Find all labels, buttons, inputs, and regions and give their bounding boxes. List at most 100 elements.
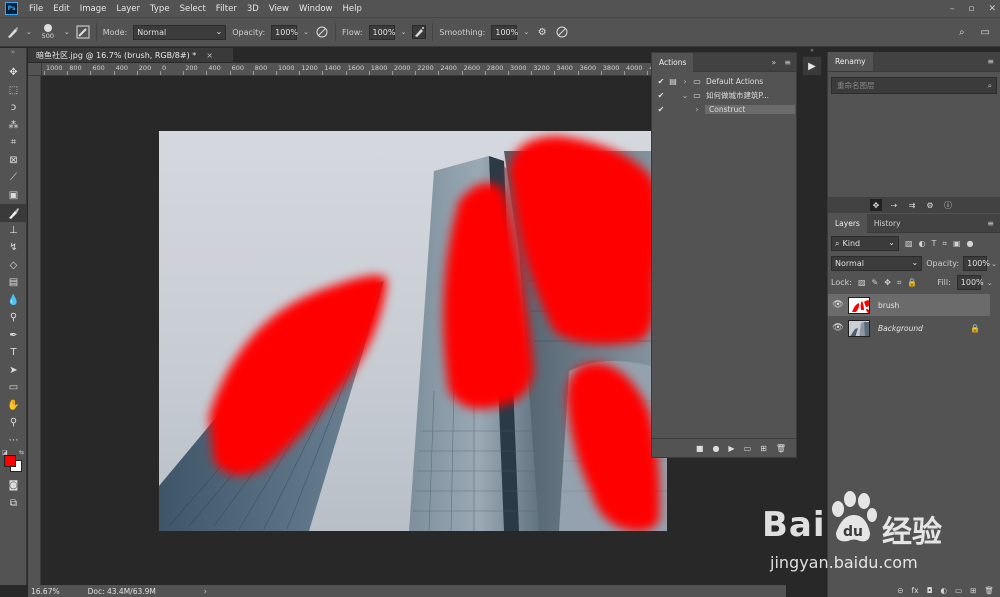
ruler-origin[interactable] [28,63,42,76]
record-icon[interactable]: ● [712,444,719,453]
action-row[interactable]: ✔ › Construct [652,102,796,116]
crop-tool-icon[interactable]: ⌗ [0,134,27,152]
rectangle-tool-icon[interactable]: ▭ [0,379,27,397]
pixel-filter-icon[interactable]: ▨ [905,239,913,248]
menu-window[interactable]: Window [294,4,338,14]
smart-object-filter-icon[interactable]: ▣ [953,239,961,248]
lock-icon[interactable]: 🔒 [970,324,980,333]
layer-row-background[interactable]: 👁 Background 🔒 [828,317,990,339]
new-layer-icon[interactable]: ⊞ [970,586,976,595]
flow-field[interactable]: 100% [368,24,395,40]
tab-actions[interactable]: Actions [652,52,694,72]
edit-toolbar-icon[interactable]: ⋯ [0,432,27,450]
action-set-row[interactable]: ✔ ▤ › ▭ Default Actions [652,74,796,88]
eyedropper-tool-icon[interactable]: ⟋ [0,169,27,187]
adjust-icon[interactable]: ✥ [870,199,882,211]
history-brush-tool-icon[interactable]: ↯ [0,239,27,257]
menu-3d[interactable]: 3D [242,4,264,14]
tab-history[interactable]: History [867,214,908,233]
new-action-icon[interactable]: ⊞ [760,444,767,453]
path-selection-tool-icon[interactable]: ➤ [0,362,27,380]
stop-icon[interactable]: ■ [696,444,704,453]
rename-search-input[interactable]: 重命名图层 ⌕ [831,77,997,94]
gear-icon[interactable]: ⚙ [535,25,549,39]
workspace-icon[interactable]: ▭ [981,27,990,38]
menu-view[interactable]: View [264,4,294,14]
menu-filter[interactable]: Filter [211,4,242,14]
chevron-down-icon[interactable]: ⌄ [987,279,993,287]
panel-menu-icon[interactable]: ≡ [987,219,994,228]
menu-image[interactable]: Image [75,4,112,14]
lock-transparent-icon[interactable]: ▨ [858,278,866,287]
marquee-tool-icon[interactable]: ⬚ [0,82,27,100]
info-icon[interactable]: ⓘ [942,199,954,211]
filter-toggle-icon[interactable]: ● [967,239,974,248]
pen-tool-icon[interactable]: ✒ [0,327,27,345]
mode-select[interactable]: Normal ⌄ [133,24,227,40]
airbrush-icon[interactable] [412,25,427,39]
blur-tool-icon[interactable]: 💧 [0,292,27,310]
action-set-row[interactable]: ✔ ⌄ ▭ 如何做城市建筑P... [652,88,796,102]
fill-field[interactable]: 100% [956,275,984,290]
dodge-tool-icon[interactable]: ⚲ [0,309,27,327]
brush-preset-picker[interactable]: 500 [38,24,58,40]
collapse-panel-icon[interactable]: » [771,58,776,67]
brush-settings-panel-icon[interactable] [76,25,90,39]
menu-layer[interactable]: Layer [111,4,145,14]
healing-brush-tool-icon[interactable]: ▣ [0,187,27,205]
menu-select[interactable]: Select [175,4,211,14]
collapse-icon[interactable]: » [0,48,26,64]
screen-mode-icon[interactable]: ⧉ [0,495,27,513]
dialog-toggle-icon[interactable] [667,89,679,101]
type-tool-icon[interactable]: T [0,344,27,362]
status-menu-arrow[interactable]: › [204,587,207,596]
chevron-down-icon[interactable]: ⌄ [303,28,309,36]
swap-colors-icon[interactable]: ⇆ [19,449,24,456]
gear-icon[interactable]: ⚙ [924,199,936,211]
play-panel-button[interactable]: ▶ [802,56,822,76]
lock-all-icon[interactable]: 🔒 [907,278,917,287]
lock-position-icon[interactable]: ✥ [884,278,891,287]
search-icon[interactable]: ⌕ [988,78,992,93]
gradient-tool-icon[interactable]: ▤ [0,274,27,292]
panel-menu-icon[interactable]: ≡ [987,57,994,66]
layer-opacity-field[interactable]: 100% [963,256,990,271]
tab-renamy[interactable]: Renamy [828,52,873,71]
hand-tool-icon[interactable]: ✋ [0,397,27,415]
play-icon[interactable]: ▶ [728,444,734,453]
document-image[interactable] [159,131,667,531]
brush-tool-icon[interactable] [0,204,27,222]
eraser-tool-icon[interactable]: ◇ [0,257,27,275]
arrow-icon[interactable]: ⇢ [888,199,900,211]
panel-menu-icon[interactable]: ≡ [784,58,791,67]
magic-wand-tool-icon[interactable]: ⁂ [0,117,27,135]
type-filter-icon[interactable]: T [932,239,937,248]
shape-filter-icon[interactable]: ⌗ [942,239,947,249]
lasso-tool-icon[interactable]: ↄ [0,99,27,117]
vertical-ruler[interactable] [28,76,41,585]
chevron-down-icon[interactable]: ⌄ [679,89,691,101]
zoom-tool-icon[interactable]: ⚲ [0,414,27,432]
smoothing-field[interactable]: 100% [491,24,518,40]
horizontal-ruler[interactable]: 1000 800 600 400 200 0 200 400 600 800 1000 1200 140… [42,63,668,76]
menu-help[interactable]: Help [338,4,367,14]
pressure-opacity-icon[interactable] [315,25,329,39]
move-tool-icon[interactable]: ✥ [0,64,27,82]
lock-pixels-icon[interactable]: ✎ [872,278,879,287]
eye-icon[interactable]: 👁 [828,323,848,333]
menu-edit[interactable]: Edit [48,4,74,14]
quick-mask-icon[interactable]: ◙ [0,477,27,495]
restore-button[interactable]: ▫ [968,4,974,14]
kind-filter-select[interactable]: ⌕ Kind ⌄ [831,236,899,251]
checkmark-icon[interactable]: ✔ [655,75,667,87]
document-tab[interactable]: 暗鱼社区.jpg @ 16.7% (brush, RGB/8#) * × [28,48,233,62]
lock-artboard-icon[interactable]: ⌗ [897,278,902,288]
chevron-down-icon[interactable]: ⌄ [26,28,32,36]
minimize-button[interactable]: – [950,4,955,14]
checkmark-icon[interactable]: ✔ [655,103,667,115]
chevron-right-icon[interactable]: › [679,75,691,87]
new-set-icon[interactable]: ▭ [744,444,752,453]
frame-tool-icon[interactable]: ⊠ [0,152,27,170]
trash-icon[interactable]: 🗑 [776,444,786,453]
trash-icon[interactable]: 🗑 [984,586,994,595]
